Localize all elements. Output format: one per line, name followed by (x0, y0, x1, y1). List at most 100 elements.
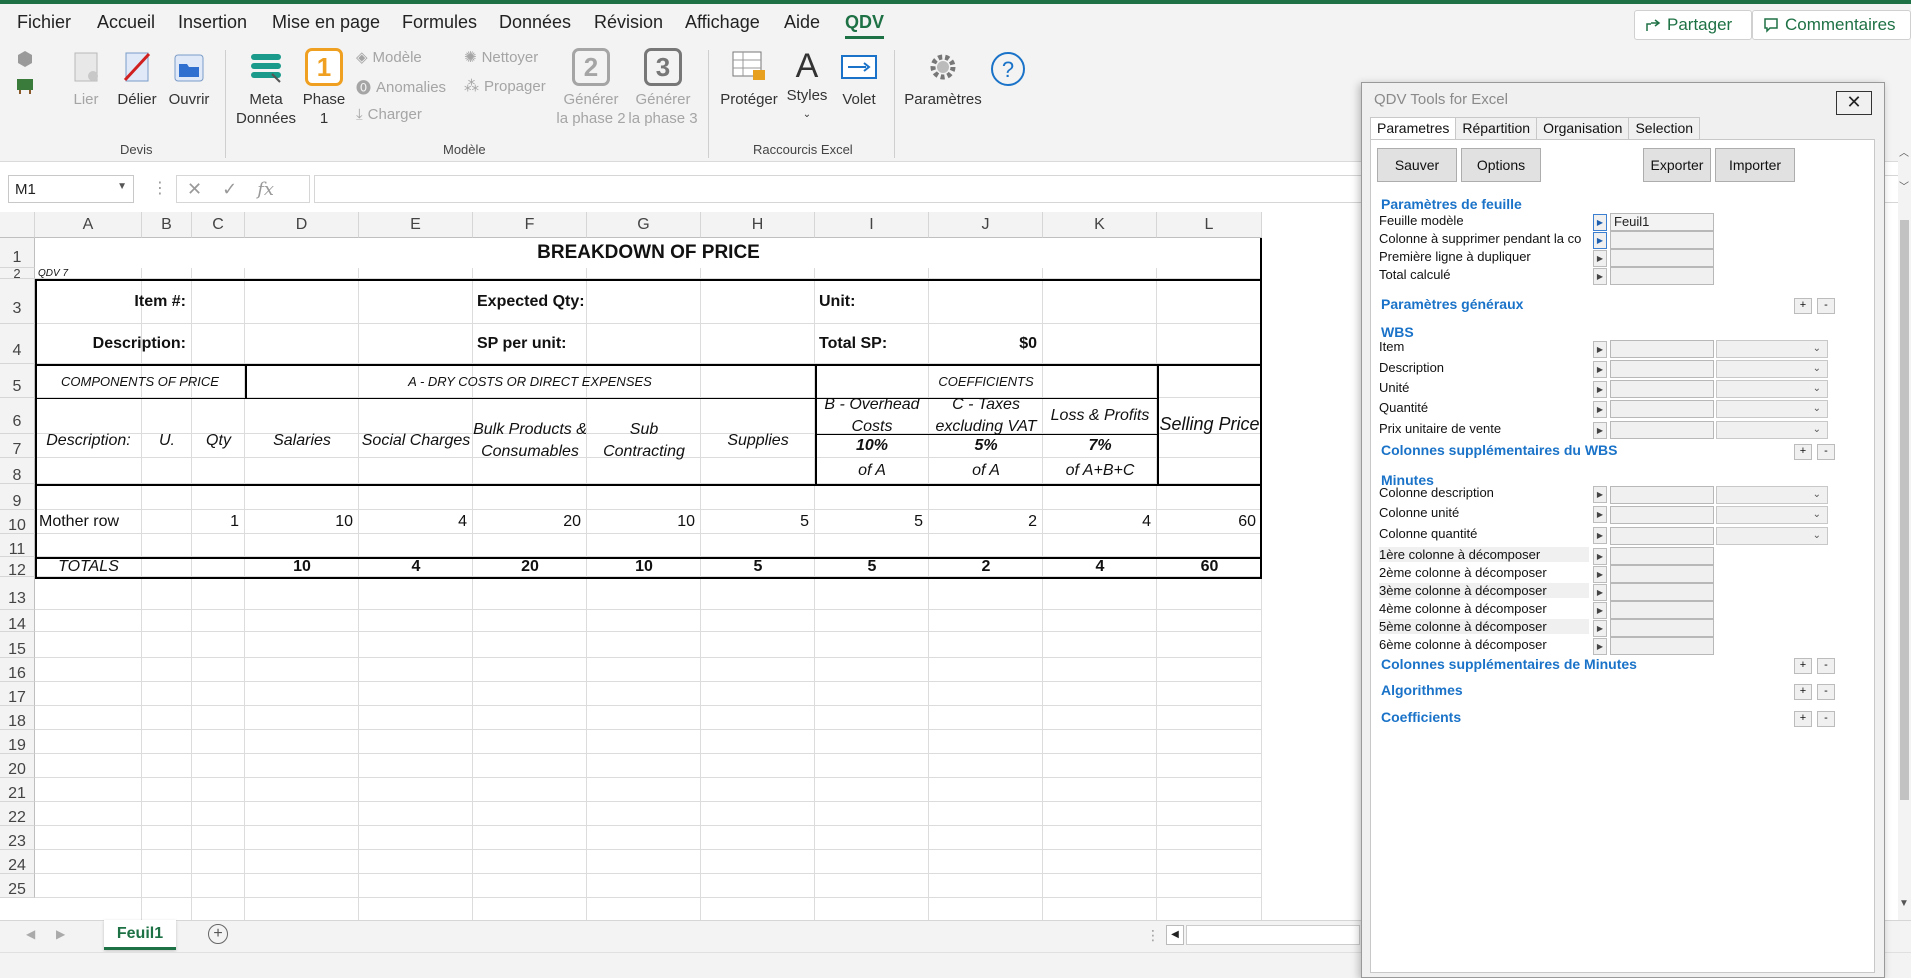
min-unite-field[interactable] (1610, 506, 1714, 524)
scroll-down-icon[interactable]: ▼ (1899, 898, 1909, 909)
board-icon[interactable] (16, 76, 34, 94)
h-qty[interactable]: Qty (192, 398, 245, 484)
remove-wbs-column-button[interactable]: - (1817, 444, 1835, 460)
tab-selection[interactable]: Selection (1628, 117, 1701, 139)
close-icon[interactable]: ✕ (1836, 91, 1872, 115)
tab-organisation[interactable]: Organisation (1536, 117, 1630, 139)
chevron-right-icon[interactable]: ▶ (1593, 566, 1607, 583)
tab-donnees[interactable]: Données (499, 12, 571, 33)
proteger-button[interactable]: Protéger (718, 50, 780, 109)
row-header-25[interactable]: 25 (0, 874, 35, 898)
totals-social[interactable]: 4 (359, 557, 473, 577)
wbs-description-field[interactable] (1610, 360, 1714, 378)
row-header-22[interactable]: 22 (0, 802, 35, 826)
mother-row-sub[interactable]: 10 (587, 510, 701, 534)
vertical-scroll-thumb[interactable] (1900, 220, 1909, 800)
chevron-right-icon[interactable]: ▶ (1593, 341, 1607, 358)
totals-bulk[interactable]: 20 (473, 557, 587, 577)
row-header-17[interactable]: 17 (0, 682, 35, 706)
column-header-g[interactable]: G (587, 212, 701, 238)
min-quantite-field[interactable] (1610, 527, 1714, 545)
tab-mise-en-page[interactable]: Mise en page (272, 12, 380, 33)
section-wbs-extra[interactable]: Colonnes supplémentaires du WBS (1381, 442, 1617, 458)
wbs-item-select[interactable]: ⌄ (1716, 340, 1828, 358)
anomalies-button[interactable]: ⓿ Anomalies (356, 77, 446, 98)
parametres-button[interactable]: Paramètres (904, 50, 982, 109)
row-header-9[interactable]: 9 (0, 484, 35, 510)
row-header-20[interactable]: 20 (0, 754, 35, 778)
colonne-supprimer-field[interactable] (1610, 231, 1714, 249)
dec4-field[interactable] (1610, 601, 1714, 619)
export-button[interactable]: Exporter (1643, 148, 1711, 182)
column-header-d[interactable]: D (245, 212, 359, 238)
pct-taxes[interactable]: 5% (929, 434, 1043, 458)
row-header-3[interactable]: 3 (0, 279, 35, 324)
import-button[interactable]: Importer (1715, 148, 1795, 182)
pct-overhead[interactable]: 10% (815, 434, 929, 458)
coefficients-header[interactable]: COEFFICIENTS (815, 364, 1157, 398)
row-header-10[interactable]: 10 (0, 510, 35, 534)
mother-row-label[interactable]: Mother row (35, 510, 142, 534)
h-taxes[interactable]: C - Taxes excluding VAT (929, 398, 1043, 434)
tab-revision[interactable]: Révision (594, 12, 663, 33)
add-sheet-icon[interactable]: + (208, 924, 228, 944)
h-description[interactable]: Description: (35, 398, 142, 484)
next-sheet-icon[interactable]: ▶ (56, 927, 65, 941)
row-header-19[interactable]: 19 (0, 730, 35, 754)
chevron-right-icon[interactable]: ▶ (1593, 638, 1607, 655)
row-header-4[interactable]: 4 (0, 324, 35, 364)
h-overhead[interactable]: B - Overhead Costs (815, 398, 929, 434)
chevron-right-icon[interactable]: ▶ (1593, 422, 1607, 439)
min-description-field[interactable] (1610, 486, 1714, 504)
wbs-quantite-field[interactable] (1610, 400, 1714, 418)
dec1-field[interactable] (1610, 547, 1714, 565)
chevron-right-icon[interactable]: ▶ (1593, 548, 1607, 565)
mother-row-supplies[interactable]: 5 (701, 510, 815, 534)
mother-row-qty[interactable]: 1 (192, 510, 245, 534)
modele-button[interactable]: ◈ Modèle (356, 48, 422, 67)
of-taxes[interactable]: of A (929, 458, 1043, 484)
totals-selling[interactable]: 60 (1157, 557, 1262, 577)
mother-row-loss[interactable]: 4 (1043, 510, 1157, 534)
total-sp-value[interactable]: $0 (929, 324, 1043, 364)
totals-label[interactable]: TOTALS (35, 557, 142, 577)
share-button[interactable]: Partager (1634, 10, 1752, 40)
dec3-field[interactable] (1610, 583, 1714, 601)
chevron-right-icon[interactable]: ▶ (1593, 602, 1607, 619)
column-header-l[interactable]: L (1157, 212, 1262, 238)
h-loss-profits[interactable]: Loss & Profits (1043, 398, 1157, 434)
totals-taxes[interactable]: 2 (929, 557, 1043, 577)
tab-repartition[interactable]: Répartition (1455, 117, 1538, 139)
row-header-12[interactable]: 12 (0, 557, 35, 579)
description-label[interactable]: Description: (35, 324, 192, 364)
row-header-16[interactable]: 16 (0, 658, 35, 682)
hscroll-left-icon[interactable]: ◀ (1166, 925, 1184, 945)
dec2-field[interactable] (1610, 565, 1714, 583)
totals-salaries[interactable]: 10 (245, 557, 359, 577)
row-header-23[interactable]: 23 (0, 826, 35, 850)
spreadsheet-grid[interactable]: ABCDEFGHIJKLM123456789101112131415161718… (0, 212, 1262, 920)
remove-min-column-button[interactable]: - (1817, 658, 1835, 674)
chevron-right-icon[interactable]: ▶ (1593, 214, 1607, 231)
feuille-modele-field[interactable]: Feuil1 (1610, 213, 1714, 231)
volet-button[interactable]: Volet (836, 50, 882, 109)
section-algorithmes[interactable]: Algorithmes (1381, 682, 1463, 698)
chevron-right-icon[interactable]: ▶ (1593, 361, 1607, 378)
chevron-right-icon[interactable]: ▶ (1593, 506, 1607, 523)
unit-label[interactable]: Unit: (815, 279, 929, 324)
column-header-i[interactable]: I (815, 212, 929, 238)
column-header-c[interactable]: C (192, 212, 245, 238)
row-header-8[interactable]: 8 (0, 458, 35, 484)
h-supplies[interactable]: Supplies (701, 398, 815, 484)
phase1-button[interactable]: 1 Phase 1 (302, 48, 346, 128)
dec5-field[interactable] (1610, 619, 1714, 637)
total-calcule-field[interactable] (1610, 267, 1714, 285)
chevron-up-icon[interactable]: ︿ (1899, 144, 1909, 159)
sp-per-unit-label[interactable]: SP per unit: (473, 324, 587, 364)
row-header-15[interactable]: 15 (0, 632, 35, 658)
totals-sub[interactable]: 10 (587, 557, 701, 577)
section-coefficients[interactable]: Coefficients (1381, 709, 1461, 725)
column-header-e[interactable]: E (359, 212, 473, 238)
chevron-right-icon[interactable]: ▶ (1593, 584, 1607, 601)
qdv-version[interactable]: QDV 7 (35, 268, 192, 279)
